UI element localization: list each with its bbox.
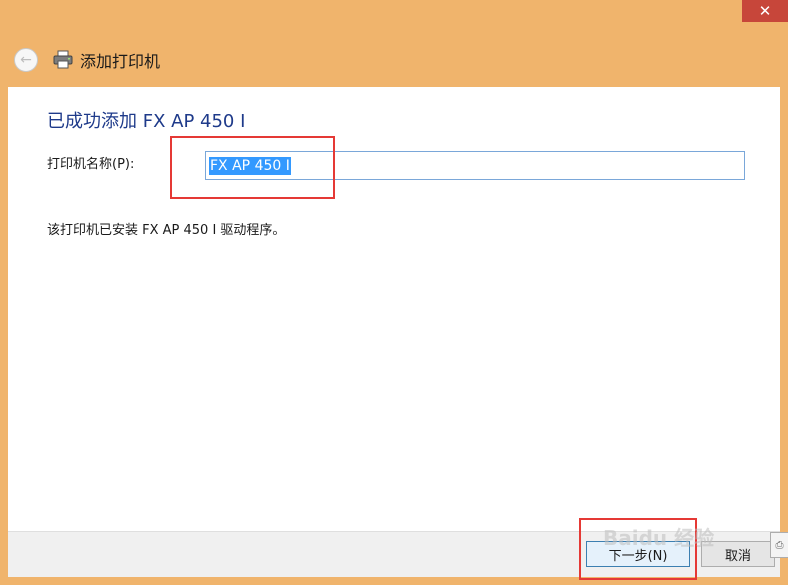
content-panel: 已成功添加 FX AP 450 I 打印机名称(P): FX AP 450 I … <box>8 87 780 531</box>
next-button[interactable]: 下一步(N) <box>586 541 690 567</box>
close-button[interactable]: ✕ <box>742 0 788 22</box>
window-title: 添加打印机 <box>80 52 161 71</box>
printer-icon <box>53 50 73 69</box>
back-button[interactable]: ← <box>14 48 38 72</box>
add-printer-window: ✕ ← 添加打印机 已成功添加 FX AP 450 I 打印机名称(P): FX… <box>0 0 788 585</box>
back-arrow-icon: ← <box>20 52 32 68</box>
close-icon: ✕ <box>758 2 772 20</box>
cancel-button[interactable]: 取消 <box>701 541 775 567</box>
footer-bar: 下一步(N) 取消 <box>8 531 780 577</box>
printer-name-value: FX AP 450 I <box>209 156 291 175</box>
printer-name-label: 打印机名称(P): <box>47 157 135 172</box>
driver-info-text: 该打印机已安装 FX AP 450 I 驱动程序。 <box>47 223 286 238</box>
tray-icon: ⎙ <box>775 539 784 551</box>
success-heading: 已成功添加 FX AP 450 I <box>47 111 246 132</box>
printer-name-input[interactable]: FX AP 450 I <box>205 151 745 180</box>
title-bar: ← 添加打印机 <box>14 46 160 74</box>
partial-side-widget: ⎙ <box>770 532 788 558</box>
